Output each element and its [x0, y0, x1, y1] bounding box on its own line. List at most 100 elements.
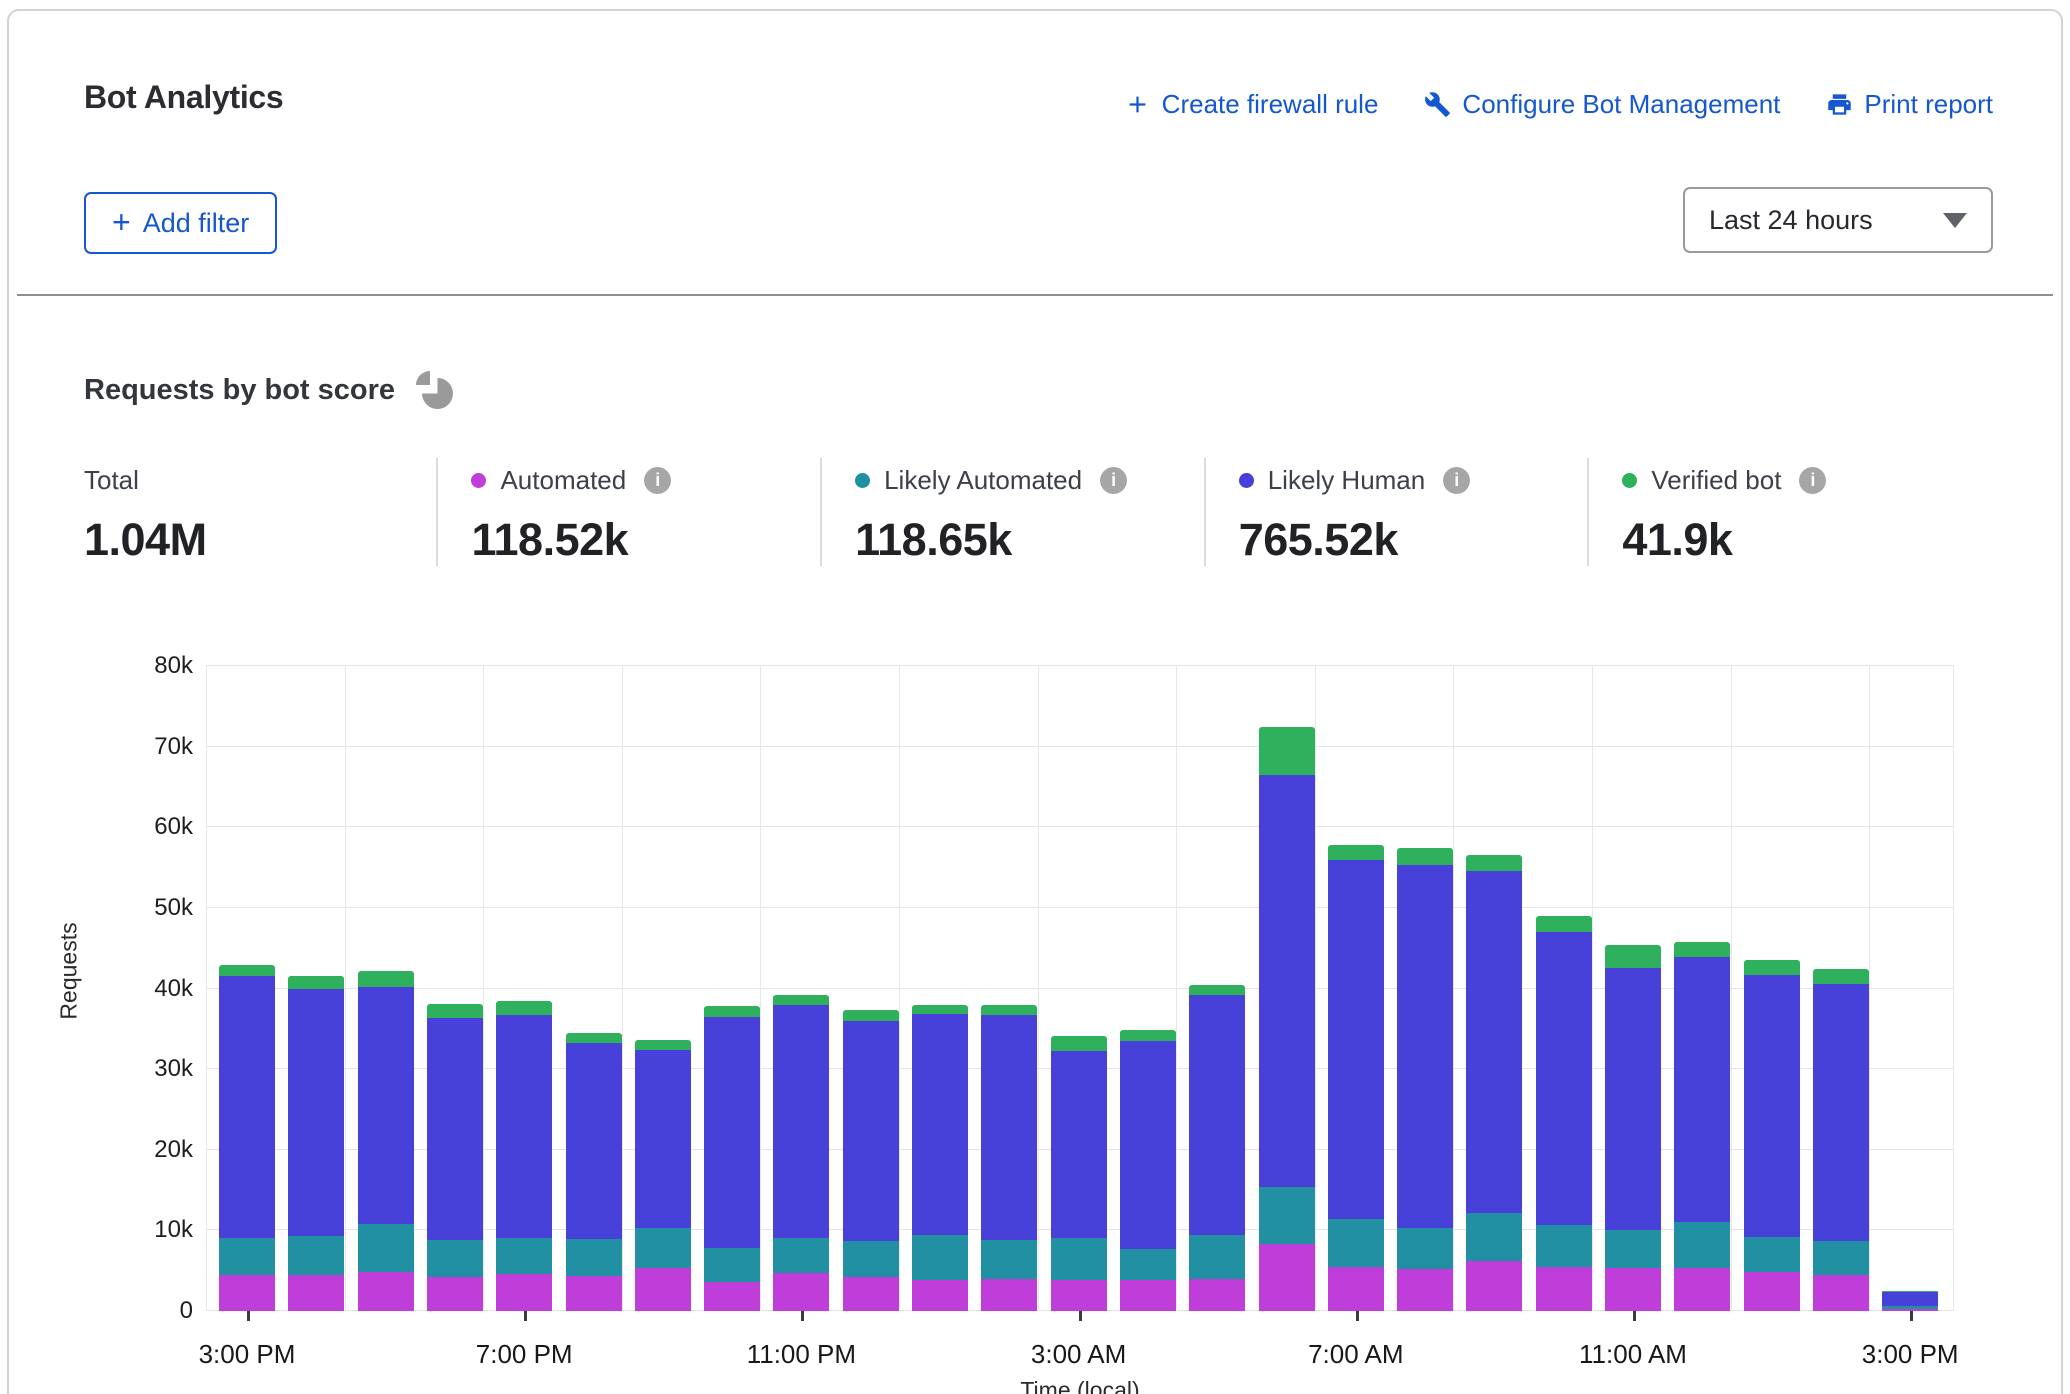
- bar-segment-likely-human: [1744, 975, 1800, 1237]
- gridline-vertical: [1953, 666, 1954, 1311]
- bar-segment-likely-automated: [1051, 1238, 1107, 1280]
- header-action-print-report[interactable]: Print report: [1826, 89, 1993, 120]
- bar-segment-likely-human: [496, 1015, 552, 1238]
- info-icon[interactable]: i: [1100, 467, 1127, 494]
- chart-plot-area: [206, 666, 1954, 1311]
- stat-value: 765.52k: [1239, 514, 1588, 566]
- y-tick-label: 10k: [109, 1216, 193, 1244]
- bar-segment-likely-human: [358, 987, 414, 1224]
- page-title: Bot Analytics: [84, 79, 283, 116]
- bar-segment-verified-bot: [1120, 1030, 1176, 1041]
- gridline-vertical: [1731, 666, 1732, 1311]
- bar-7-00-pm-4: [496, 1001, 552, 1311]
- stat-label-row: Verified bot i: [1622, 462, 1971, 498]
- bar-segment-likely-automated: [912, 1235, 968, 1280]
- stat-total: Total1.04M: [84, 458, 436, 566]
- time-range-value: Last 24 hours: [1709, 205, 1873, 236]
- info-icon[interactable]: i: [1443, 467, 1470, 494]
- bar-segment-automated: [496, 1274, 552, 1311]
- legend-dot-likely-human: [1239, 473, 1254, 488]
- bar-segment-verified-bot: [1536, 916, 1592, 932]
- bar-segment-automated: [773, 1273, 829, 1311]
- bot-analytics-page: Bot Analytics Create firewall rule Config…: [0, 0, 2070, 1394]
- bar-segment-likely-automated: [1674, 1222, 1730, 1268]
- time-range-dropdown[interactable]: Last 24 hours: [1683, 187, 1993, 253]
- bar-11-00-am-20: [1605, 945, 1661, 1311]
- bar-9-00-pm-6: [635, 1040, 691, 1311]
- bar-segment-verified-bot: [635, 1040, 691, 1050]
- x-tick-mark: [1079, 1311, 1082, 1321]
- bar-4-00-pm-1: [288, 976, 344, 1311]
- stat-label: Verified bot: [1651, 465, 1781, 496]
- bar-segment-automated: [635, 1268, 691, 1311]
- bar-segment-verified-bot: [704, 1006, 760, 1016]
- header-action-configure-bot-management[interactable]: Configure Bot Management: [1424, 89, 1780, 120]
- bar-segment-likely-automated: [981, 1240, 1037, 1279]
- y-tick-label: 0: [109, 1297, 193, 1325]
- bar-segment-likely-human: [427, 1018, 483, 1241]
- bar-segment-likely-human: [1051, 1051, 1107, 1238]
- stat-likely-human: Likely Humani765.52k: [1204, 458, 1588, 566]
- gridline-horizontal: [206, 907, 1954, 908]
- bar-6-00-pm-3: [427, 1004, 483, 1311]
- bar-segment-automated: [981, 1279, 1037, 1311]
- bar-3-00-pm-24: [1882, 1291, 1938, 1311]
- bar-segment-likely-human: [1259, 775, 1315, 1187]
- plus-icon: +: [112, 206, 131, 238]
- section-title-row: Requests by bot score: [84, 371, 453, 409]
- bar-segment-automated: [1605, 1268, 1661, 1311]
- bar-segment-likely-automated: [1259, 1187, 1315, 1244]
- bar-segment-likely-automated: [704, 1248, 760, 1282]
- bar-segment-likely-automated: [1189, 1235, 1245, 1279]
- bar-8-00-pm-5: [566, 1033, 622, 1311]
- bar-segment-likely-automated: [1328, 1219, 1384, 1267]
- bar-segment-verified-bot: [288, 976, 344, 990]
- gridline-vertical: [206, 666, 207, 1311]
- x-tick-mark: [247, 1311, 250, 1321]
- bar-segment-verified-bot: [773, 995, 829, 1005]
- bar-segment-automated: [566, 1276, 622, 1311]
- bar-segment-likely-automated: [427, 1240, 483, 1277]
- bar-segment-automated: [1744, 1272, 1800, 1311]
- gridline-vertical: [345, 666, 346, 1311]
- bar-segment-likely-automated: [1120, 1249, 1176, 1280]
- gridline-horizontal: [206, 665, 1954, 666]
- bar-segment-likely-automated: [773, 1238, 829, 1273]
- gridline-vertical: [760, 666, 761, 1311]
- x-tick-label: 3:00 PM: [1800, 1339, 2020, 1370]
- gridline-vertical: [1453, 666, 1454, 1311]
- bar-segment-automated: [1259, 1244, 1315, 1311]
- bar-segment-likely-automated: [288, 1236, 344, 1275]
- y-tick-label: 60k: [109, 813, 193, 841]
- bar-2-00-am-11: [981, 1005, 1037, 1311]
- bar-segment-likely-human: [1328, 860, 1384, 1219]
- stat-label-row: Likely Automatedi: [855, 462, 1204, 498]
- add-filter-button[interactable]: + Add filter: [84, 192, 277, 254]
- bar-4-00-am-13: [1120, 1030, 1176, 1311]
- x-tick-mark: [524, 1311, 527, 1321]
- info-icon[interactable]: i: [1799, 467, 1826, 494]
- x-tick-mark: [801, 1311, 804, 1321]
- gridline-vertical: [1592, 666, 1593, 1311]
- info-icon[interactable]: i: [644, 467, 671, 494]
- bar-segment-likely-human: [1813, 984, 1869, 1240]
- bar-segment-likely-human: [1674, 957, 1730, 1222]
- stat-likely-automated: Likely Automatedi 118.65k: [820, 458, 1204, 566]
- stat-value: 118.65k: [855, 514, 1204, 566]
- gridline-vertical: [1038, 666, 1039, 1311]
- bar-segment-likely-human: [219, 976, 275, 1238]
- bar-segment-verified-bot: [1674, 942, 1730, 957]
- bar-segment-likely-human: [635, 1050, 691, 1228]
- bar-12-00-am-9: [843, 1010, 899, 1311]
- gridline-vertical: [622, 666, 623, 1311]
- stats-row: Total1.04MAutomatedi118.52kLikely Automa…: [84, 458, 1971, 566]
- x-tick-mark: [1910, 1311, 1913, 1321]
- bar-1-00-pm-22: [1744, 960, 1800, 1312]
- bar-11-00-pm-8: [773, 995, 829, 1311]
- bar-segment-likely-human: [704, 1017, 760, 1248]
- header-action-create-firewall-rule[interactable]: Create firewall rule: [1124, 89, 1379, 120]
- header-action-label: Print report: [1864, 89, 1993, 120]
- gridline-vertical: [1869, 666, 1870, 1311]
- bar-segment-verified-bot: [219, 965, 275, 976]
- x-axis-title: Time (local): [930, 1377, 1230, 1394]
